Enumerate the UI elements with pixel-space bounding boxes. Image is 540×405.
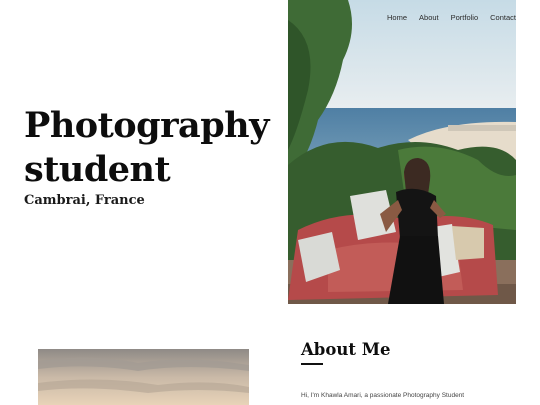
nav-portfolio-link[interactable]: Portfolio [451,13,479,22]
about-intro-text: Hi, I'm Khawla Amari, a passionate Photo… [301,392,465,399]
nav-contact-link[interactable]: Contact [490,13,516,22]
about-photo [38,349,249,405]
about-photo-image [38,349,249,405]
hero-location: Cambrai, France [24,193,145,208]
hero-photo-image [288,0,516,304]
nav-home-link[interactable]: Home [387,13,407,22]
main-nav: Home About Portfolio Contact [387,13,516,22]
hero-title-line1: Photography [24,105,269,146]
hero-title: Photography student [24,104,274,192]
hero-photo [288,0,516,304]
about-heading: About Me [301,340,391,359]
nav-about-link[interactable]: About [419,13,439,22]
hero-title-line2: student [24,149,171,190]
about-heading-underline [301,363,323,365]
